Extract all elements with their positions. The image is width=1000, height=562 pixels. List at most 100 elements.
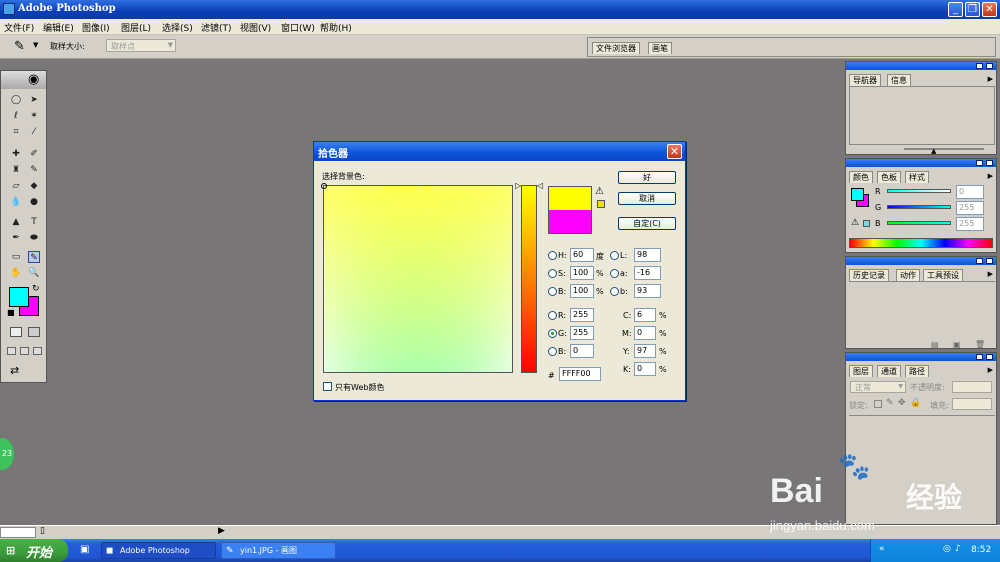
m-input[interactable]: 0 <box>634 326 656 340</box>
opacity-input[interactable] <box>952 381 992 393</box>
magic-wand-icon[interactable]: ✶ <box>28 110 40 122</box>
color-field[interactable] <box>321 183 513 373</box>
screen-mode-full-icon[interactable] <box>33 347 42 355</box>
custom-button[interactable]: 自定(C) <box>618 217 676 230</box>
hue-slider-right-arrow-icon[interactable]: ◁ <box>537 181 543 190</box>
new-snapshot-icon[interactable]: ▣ <box>953 340 961 349</box>
swap-colors-icon[interactable]: ↻ <box>32 284 40 294</box>
menu-help[interactable]: 帮助(H) <box>320 21 352 34</box>
jump-to-imageready-icon[interactable]: ⇄ <box>10 364 19 377</box>
zoom-slider-handle-icon[interactable]: ▲ <box>931 147 936 155</box>
network-icon[interactable]: ◎ <box>943 544 951 554</box>
foreground-color-swatch[interactable] <box>9 287 29 307</box>
g-radio[interactable] <box>548 329 557 338</box>
zoom-tool-icon[interactable]: 🔍 <box>28 267 40 279</box>
g-slider-value[interactable]: 255 <box>956 201 984 215</box>
gamut-warning-icon[interactable]: ⚠ <box>851 218 859 228</box>
zoom-level-field[interactable] <box>0 527 36 538</box>
dodge-tool-icon[interactable]: ● <box>28 196 40 208</box>
rgb-b-radio[interactable] <box>548 347 557 356</box>
screen-mode-standard-icon[interactable] <box>7 347 16 355</box>
eyedropper-icon[interactable]: ✎ <box>14 39 25 54</box>
tab-layers[interactable]: 图层 <box>849 365 873 377</box>
b-input[interactable]: 100 <box>570 284 594 298</box>
document-info-icon[interactable]: ▯ <box>40 526 45 536</box>
hex-input[interactable]: FFFF00 <box>559 367 601 381</box>
menu-view[interactable]: 视图(V) <box>240 21 271 34</box>
r-input[interactable]: 255 <box>570 308 594 322</box>
clock[interactable]: 8:52 <box>971 545 991 555</box>
menu-edit[interactable]: 编辑(E) <box>43 21 74 34</box>
a-input[interactable]: -16 <box>634 266 661 280</box>
b-slider-value[interactable]: 255 <box>956 217 984 231</box>
taskbar-item-photoshop[interactable]: ◼ Adobe Photoshop <box>101 542 216 559</box>
eraser-tool-icon[interactable]: ▱ <box>10 180 22 192</box>
panel-foreground-swatch[interactable] <box>851 188 864 201</box>
lab-b-input[interactable]: 93 <box>634 284 661 298</box>
panel-minimize-button[interactable] <box>976 354 983 360</box>
b-slider[interactable] <box>887 221 951 225</box>
tab-tool-presets[interactable]: 工具预设 <box>923 269 963 281</box>
marquee-tool-icon[interactable]: ◯ <box>10 94 22 106</box>
crop-tool-icon[interactable]: ⌗ <box>10 126 22 138</box>
blend-mode-select[interactable]: 正常 ▼ <box>850 381 906 393</box>
navigator-zoom-slider[interactable] <box>904 148 984 150</box>
restore-button[interactable]: ❐ <box>965 2 980 17</box>
l-radio[interactable] <box>610 251 619 260</box>
h-input[interactable]: 60 <box>570 248 594 262</box>
type-tool-icon[interactable]: T <box>28 216 40 228</box>
panel-close-button[interactable] <box>986 258 993 264</box>
lab-b-radio[interactable] <box>610 287 619 296</box>
a-radio[interactable] <box>610 269 619 278</box>
menu-filter[interactable]: 滤镜(T) <box>201 21 232 34</box>
floating-badge[interactable]: 23 <box>0 438 14 470</box>
tab-color[interactable]: 颜色 <box>849 171 873 183</box>
healing-brush-icon[interactable]: ✚ <box>10 148 22 160</box>
lock-all-icon[interactable]: 🔒 <box>910 398 921 408</box>
web-only-checkbox[interactable] <box>323 382 332 391</box>
screen-mode-full-menu-icon[interactable] <box>20 347 29 355</box>
r-slider[interactable] <box>887 189 951 193</box>
blur-tool-icon[interactable]: 💧 <box>10 196 22 208</box>
gamut-swatch[interactable] <box>863 220 870 227</box>
hue-slider[interactable] <box>521 185 537 373</box>
y-input[interactable]: 97 <box>634 344 656 358</box>
tab-actions[interactable]: 动作 <box>896 269 920 281</box>
rgb-b-input[interactable]: 0 <box>570 344 594 358</box>
panel-minimize-button[interactable] <box>976 258 983 264</box>
menu-file[interactable]: 文件(F) <box>4 21 34 34</box>
tab-paths[interactable]: 路径 <box>905 365 929 377</box>
cancel-button[interactable]: 取消 <box>618 192 676 205</box>
trash-icon[interactable]: 🗑 <box>975 340 985 349</box>
tab-file-browser[interactable]: 文件浏览器 <box>592 42 640 54</box>
history-brush-icon[interactable]: ✎ <box>28 164 40 176</box>
s-input[interactable]: 100 <box>570 266 594 280</box>
brush-tool-icon[interactable]: ✐ <box>28 148 40 160</box>
lock-brush-icon[interactable]: ✎ <box>886 398 894 408</box>
minimize-button[interactable]: _ <box>948 2 963 17</box>
hand-tool-icon[interactable]: ✋ <box>10 267 22 279</box>
tab-info[interactable]: 信息 <box>887 74 911 86</box>
lock-transparency-icon[interactable] <box>874 400 882 408</box>
tab-brushes[interactable]: 画笔 <box>648 42 672 54</box>
color-field-marker[interactable] <box>321 183 327 189</box>
close-button[interactable]: ✕ <box>982 2 997 17</box>
quick-mask-icon[interactable] <box>28 327 40 337</box>
panel-minimize-button[interactable] <box>976 160 983 166</box>
g-input[interactable]: 255 <box>570 326 594 340</box>
panel-menu-icon[interactable]: ▶ <box>988 270 993 278</box>
panel-close-button[interactable] <box>986 63 993 69</box>
default-colors-icon[interactable]: ■ <box>7 308 15 317</box>
tab-styles[interactable]: 样式 <box>905 171 929 183</box>
eyedropper-tool-icon[interactable]: ✎ <box>28 251 40 263</box>
quick-launch-icon[interactable]: ▣ <box>80 544 89 555</box>
g-slider[interactable] <box>887 205 951 209</box>
move-tool-icon[interactable]: ➤ <box>28 94 40 106</box>
paint-bucket-icon[interactable]: ◆ <box>28 180 40 192</box>
taskbar-item-paint[interactable]: ✎ yin1.JPG - 画图 <box>221 542 336 559</box>
panel-menu-icon[interactable]: ▶ <box>988 75 993 83</box>
shape-tool-icon[interactable]: ⬬ <box>28 232 40 244</box>
panel-close-button[interactable] <box>986 160 993 166</box>
panel-menu-icon[interactable]: ▶ <box>988 366 993 374</box>
tab-history[interactable]: 历史记录 <box>849 269 889 281</box>
